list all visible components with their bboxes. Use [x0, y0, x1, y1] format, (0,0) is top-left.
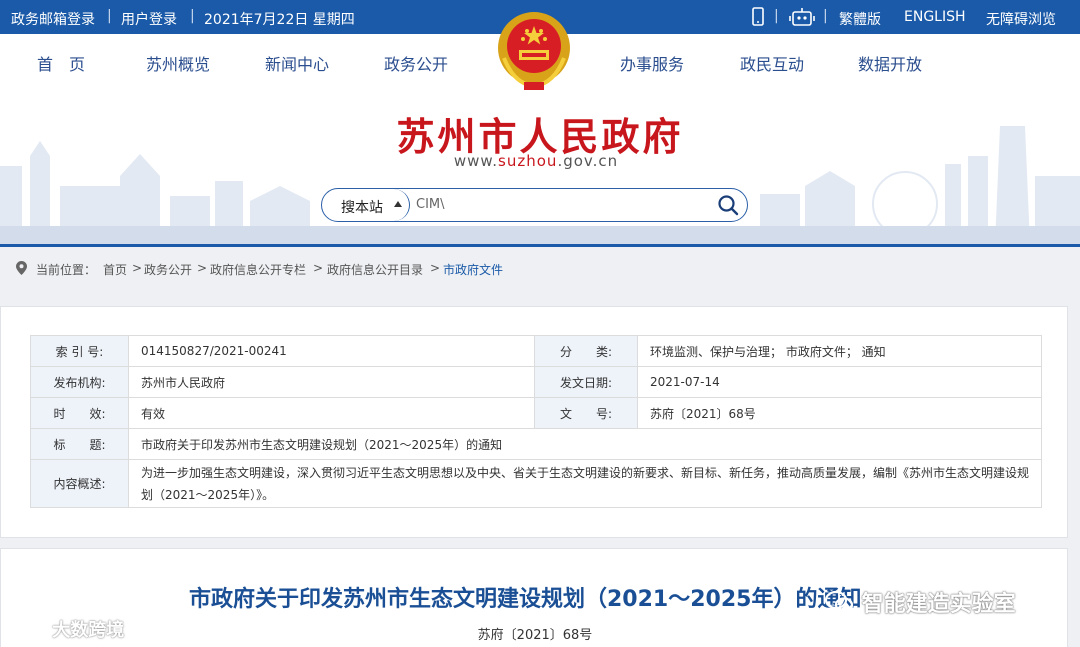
breadcrumb-separator: >: [313, 261, 324, 275]
divider: |: [190, 8, 195, 24]
header-banner: 苏州市人民政府 www.suzhou.gov.cn 搜本站: [0, 86, 1080, 244]
publisher-value: 苏州市人民政府: [128, 366, 535, 398]
summary-value: 为进一步加强生态文明建设，深入贯彻习近平生态文明思想以及中央、省关于生态文明建设…: [128, 459, 1042, 508]
location-pin-icon: [16, 261, 27, 278]
user-login-link[interactable]: 用户登录: [121, 9, 177, 29]
search-icon[interactable]: [717, 194, 739, 220]
search-box: 搜本站: [321, 188, 748, 222]
table-row: 时 效: 有效 文 号: 苏府〔2021〕68号: [30, 397, 1042, 429]
watermark-logo-icon: [9, 620, 41, 638]
publisher-label: 发布机构:: [30, 366, 129, 398]
caret-up-icon: [394, 201, 402, 207]
nav-interaction[interactable]: 政民互动: [740, 51, 804, 75]
robot-icon[interactable]: [789, 7, 815, 31]
table-row: 内容概述: 为进一步加强生态文明建设，深入贯彻习近平生态文明思想以及中央、省关于…: [30, 459, 1042, 508]
site-url: www.suzhou.gov.cn: [453, 152, 619, 170]
watermark-left: 大数跨境: [9, 616, 124, 642]
nav-services[interactable]: 办事服务: [620, 51, 684, 75]
wechat-icon: [824, 590, 854, 613]
breadcrumb-current[interactable]: 市政府文件: [443, 261, 503, 278]
divider: |: [107, 8, 112, 24]
doc-number-label: 文 号:: [534, 397, 638, 429]
validity-label: 时 效:: [30, 397, 129, 429]
validity-value: 有效: [128, 397, 535, 429]
search-input[interactable]: [416, 197, 696, 212]
title-label: 标 题:: [30, 428, 129, 460]
breadcrumb-separator: >: [430, 261, 441, 275]
nav-news[interactable]: 新闻中心: [265, 51, 329, 75]
national-emblem-icon: [494, 8, 574, 92]
table-row: 标 题: 市政府关于印发苏州市生态文明建设规划（2021～2025年）的通知: [30, 428, 1042, 460]
breadcrumb-gov-affairs[interactable]: 政务公开: [144, 261, 192, 278]
watermark-right: 智能建造实验室: [824, 586, 1016, 618]
summary-label: 内容概述:: [30, 459, 129, 508]
document-meta-panel: 索 引 号: 014150827/2021-00241 分 类: 环境监测、保护…: [0, 306, 1068, 538]
nav-gov-affairs[interactable]: 政务公开: [384, 51, 448, 75]
breadcrumb-home[interactable]: 首页: [103, 261, 127, 278]
table-row: 发布机构: 苏州市人民政府 发文日期: 2021-07-14: [30, 366, 1042, 398]
table-row: 索 引 号: 014150827/2021-00241 分 类: 环境监测、保护…: [30, 335, 1042, 367]
nav-overview[interactable]: 苏州概览: [146, 51, 210, 75]
doc-number-value: 苏府〔2021〕68号: [637, 397, 1042, 429]
date-value: 2021-07-14: [637, 366, 1042, 398]
date-text: 2021年7月22日 星期四: [204, 12, 355, 28]
nav-home[interactable]: 首 页: [37, 51, 85, 75]
breadcrumb-label: 当前位置：: [36, 263, 97, 277]
breadcrumb-separator: >: [197, 261, 208, 275]
date-label: 发文日期:: [534, 366, 638, 398]
search-scope-dropdown[interactable]: 搜本站: [322, 189, 410, 221]
accessibility-link[interactable]: 无障碍浏览: [986, 9, 1056, 29]
mail-login-link[interactable]: 政务邮箱登录: [11, 9, 95, 29]
breadcrumb-info-column[interactable]: 政府信息公开专栏: [210, 261, 306, 278]
index-label: 索 引 号:: [30, 335, 129, 367]
traditional-chinese-link[interactable]: 繁體版: [839, 9, 881, 29]
document-meta-table: 索 引 号: 014150827/2021-00241 分 类: 环境监测、保护…: [30, 335, 1042, 508]
category-label: 分 类:: [534, 335, 638, 367]
divider: |: [823, 8, 828, 24]
breadcrumb-info-catalog[interactable]: 政府信息公开目录: [327, 261, 423, 278]
breadcrumb-separator: >: [132, 261, 143, 275]
title-value: 市政府关于印发苏州市生态文明建设规划（2021～2025年）的通知: [128, 428, 1042, 460]
index-value: 014150827/2021-00241: [128, 335, 535, 367]
article-title: 市政府关于印发苏州市生态文明建设规划（2021～2025年）的通知: [189, 587, 862, 612]
divider: |: [774, 8, 779, 24]
nav-open-data[interactable]: 数据开放: [858, 51, 922, 75]
article-doc-number: 苏府〔2021〕68号: [477, 628, 593, 643]
category-value: 环境监测、保护与治理； 市政府文件； 通知: [637, 335, 1042, 367]
breadcrumb: 当前位置： 首页 > 政务公开 > 政府信息公开专栏 > 政府信息公开目录 > …: [0, 247, 1080, 289]
mobile-icon[interactable]: [752, 7, 764, 30]
english-link[interactable]: ENGLISH: [904, 9, 966, 25]
